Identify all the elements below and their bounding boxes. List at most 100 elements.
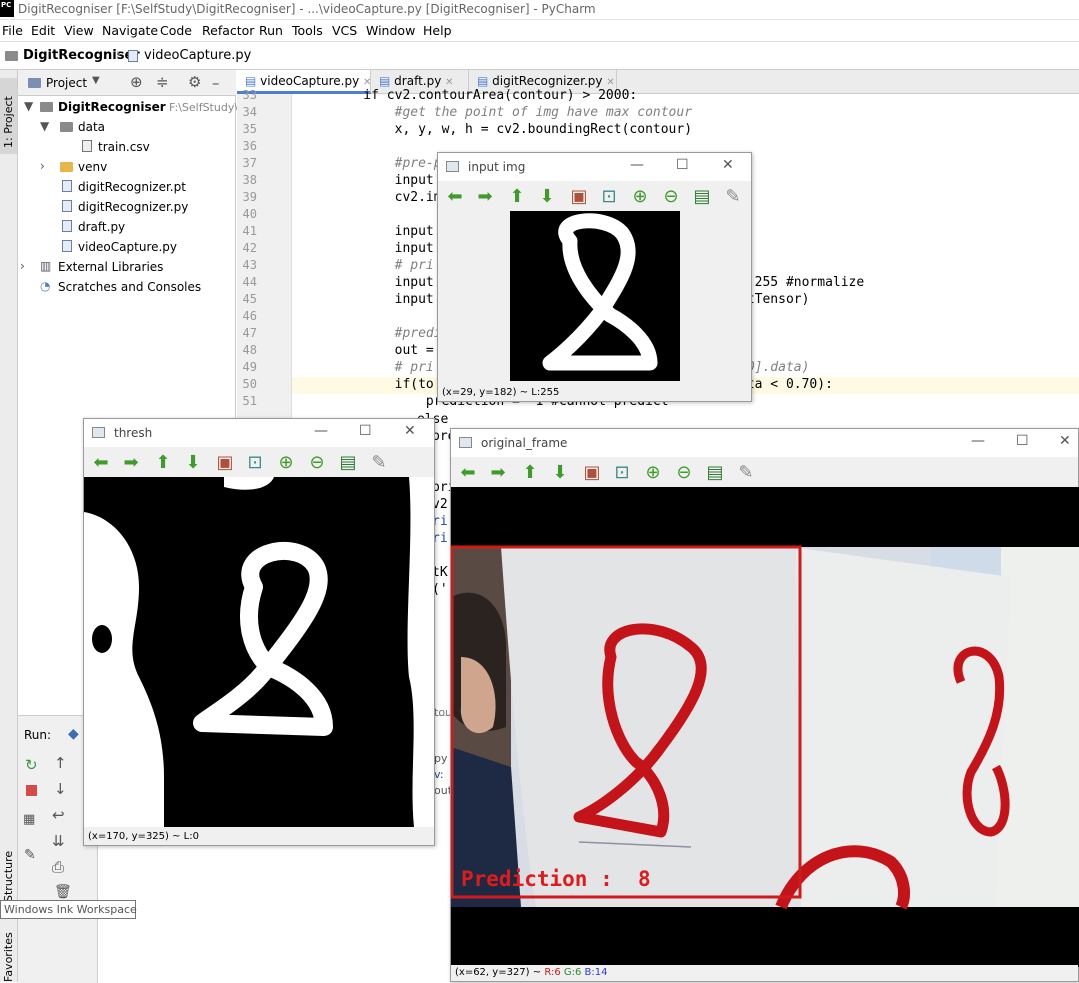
save-icon[interactable]: ▤ xyxy=(691,186,713,208)
image-icon[interactable]: ▣ xyxy=(568,186,590,208)
menu-view[interactable]: View xyxy=(64,23,94,38)
tree-item-data[interactable]: data xyxy=(78,120,105,134)
expand-root-icon[interactable]: ▼ xyxy=(24,99,33,113)
zoom-fit-icon[interactable]: ⊡ xyxy=(598,186,620,208)
image-icon[interactable]: ▣ xyxy=(581,462,603,484)
python-file-icon: ▤ xyxy=(379,74,391,88)
tree-item-pt[interactable]: digitRecognizer.pt xyxy=(78,180,186,194)
line-number: 35 xyxy=(242,122,257,136)
print-icon[interactable]: ⎙ xyxy=(52,858,64,876)
pin-icon[interactable]: ✎ xyxy=(24,847,36,863)
line-number: 36 xyxy=(242,139,257,153)
zoom-in-icon[interactable]: ⊕ xyxy=(275,452,297,474)
chevron-down-icon[interactable]: ▼ xyxy=(92,75,100,86)
zoom-fit-icon[interactable]: ⊡ xyxy=(611,462,633,484)
locate-icon[interactable]: ⊕ xyxy=(130,73,143,91)
trash-icon[interactable]: 🗑 xyxy=(54,884,72,900)
gear-icon[interactable]: ⚙ xyxy=(188,73,201,91)
breadcrumb-file[interactable]: videoCapture.py xyxy=(144,48,251,63)
arrow-down-icon[interactable]: ⬇ xyxy=(536,186,558,208)
expand-venv-icon[interactable]: › xyxy=(40,159,45,173)
code-line: input xyxy=(332,224,434,239)
arrow-up-icon[interactable]: ↑ xyxy=(54,754,67,772)
tree-item-venv[interactable]: venv xyxy=(78,160,107,174)
image-icon[interactable]: ▣ xyxy=(214,452,236,474)
layout-icon[interactable]: ▦ xyxy=(23,812,35,827)
thresh-window: thresh — ☐ ✕ ⬅ ➡ ⬆ ⬇ ▣ ⊡ ⊕ ⊖ ▤ ✎ (x=170,… xyxy=(83,418,435,846)
close-icon[interactable]: ✕ xyxy=(606,77,614,88)
minimize-icon[interactable]: — xyxy=(314,423,328,439)
close-icon[interactable]: ✕ xyxy=(722,157,734,173)
zoom-out-icon[interactable]: ⊖ xyxy=(660,186,682,208)
status-bar: (x=29, y=182) ~ L:255 xyxy=(438,385,751,401)
zoom-out-icon[interactable]: ⊖ xyxy=(673,462,695,484)
expand-data-icon[interactable]: ▼ xyxy=(40,119,49,133)
favorites-tool-tab[interactable]: Favorites xyxy=(2,932,15,982)
menu-window[interactable]: Window xyxy=(366,23,415,38)
zoom-out-icon[interactable]: ⊖ xyxy=(306,452,328,474)
menu-run[interactable]: Run xyxy=(259,23,283,38)
thresh-image[interactable] xyxy=(84,477,434,827)
close-icon[interactable]: ✕ xyxy=(1059,433,1071,449)
save-icon[interactable]: ▤ xyxy=(704,462,726,484)
arrow-down-icon[interactable]: ⬇ xyxy=(549,462,571,484)
properties-icon[interactable]: ✎ xyxy=(722,186,744,208)
minimize-icon[interactable]: — xyxy=(971,433,985,449)
project-tool-tab[interactable]: 1: Project xyxy=(0,78,17,154)
menu-edit[interactable]: Edit xyxy=(31,23,55,38)
maximize-icon[interactable]: ☐ xyxy=(359,423,372,439)
expand-libs-icon[interactable]: › xyxy=(20,259,25,273)
arrow-right-icon[interactable]: ➡ xyxy=(474,186,496,208)
menu-file[interactable]: File xyxy=(2,23,23,38)
project-view-selector[interactable]: Project xyxy=(46,76,87,90)
collapse-icon[interactable]: ≑ xyxy=(156,73,169,91)
zoom-fit-icon[interactable]: ⊡ xyxy=(244,452,266,474)
menu-help[interactable]: Help xyxy=(423,23,452,38)
rerun-icon[interactable]: ↻ xyxy=(25,756,38,774)
breadcrumb-project[interactable]: DigitRecogniser xyxy=(23,48,140,63)
arrow-left-icon[interactable]: ⬅ xyxy=(90,452,112,474)
save-icon[interactable]: ▤ xyxy=(337,452,359,474)
code-line: input xyxy=(332,241,434,256)
menu-navigate[interactable]: Navigate xyxy=(102,23,158,38)
tree-item-digitrecognizer-py[interactable]: digitRecognizer.py xyxy=(78,200,188,214)
python-file-icon: ▤ xyxy=(245,74,257,88)
tree-item-train-csv[interactable]: train.csv xyxy=(98,140,150,154)
maximize-icon[interactable]: ☐ xyxy=(676,157,689,173)
status-b: B:14 xyxy=(584,967,608,978)
arrow-left-icon[interactable]: ⬅ xyxy=(444,186,466,208)
arrow-right-icon[interactable]: ➡ xyxy=(487,462,509,484)
scroll-end-icon[interactable]: ⇊ xyxy=(52,832,65,850)
tree-item-videocapture-py[interactable]: videoCapture.py xyxy=(78,240,177,254)
stop-icon[interactable] xyxy=(26,785,37,796)
minimize-icon[interactable]: — xyxy=(630,157,644,173)
zoom-in-icon[interactable]: ⊕ xyxy=(629,186,651,208)
thresh-blob-image xyxy=(84,477,434,827)
tree-root[interactable]: DigitRecogniser xyxy=(58,100,166,114)
properties-icon[interactable]: ✎ xyxy=(735,462,757,484)
soft-wrap-icon[interactable]: ↩ xyxy=(52,806,65,824)
close-icon[interactable]: ✕ xyxy=(445,77,453,88)
tree-item-external-libraries[interactable]: External Libraries xyxy=(58,260,163,274)
menu-code[interactable]: Code xyxy=(160,23,192,38)
close-icon[interactable]: ✕ xyxy=(404,423,416,439)
properties-icon[interactable]: ✎ xyxy=(368,452,390,474)
menu-vcs[interactable]: VCS xyxy=(332,23,357,38)
arrow-up-icon[interactable]: ⬆ xyxy=(152,452,174,474)
tree-item-draft-py[interactable]: draft.py xyxy=(78,220,125,234)
arrow-down-icon[interactable]: ↓ xyxy=(54,780,67,798)
arrow-right-icon[interactable]: ➡ xyxy=(120,452,142,474)
structure-tool-tab[interactable]: Structure xyxy=(2,851,15,902)
tree-item-scratches[interactable]: Scratches and Consoles xyxy=(58,280,201,294)
arrow-left-icon[interactable]: ⬅ xyxy=(457,462,479,484)
camera-frame[interactable]: Prediction : 8 xyxy=(451,487,1079,967)
arrow-down-icon[interactable]: ⬇ xyxy=(182,452,204,474)
menu-refactor[interactable]: Refactor xyxy=(202,23,254,38)
menu-tools[interactable]: Tools xyxy=(292,23,323,38)
maximize-icon[interactable]: ☐ xyxy=(1016,433,1029,449)
zoom-in-icon[interactable]: ⊕ xyxy=(642,462,664,484)
hide-icon[interactable]: – xyxy=(212,74,220,92)
input-image[interactable] xyxy=(510,211,680,381)
arrow-up-icon[interactable]: ⬆ xyxy=(519,462,541,484)
arrow-up-icon[interactable]: ⬆ xyxy=(506,186,528,208)
